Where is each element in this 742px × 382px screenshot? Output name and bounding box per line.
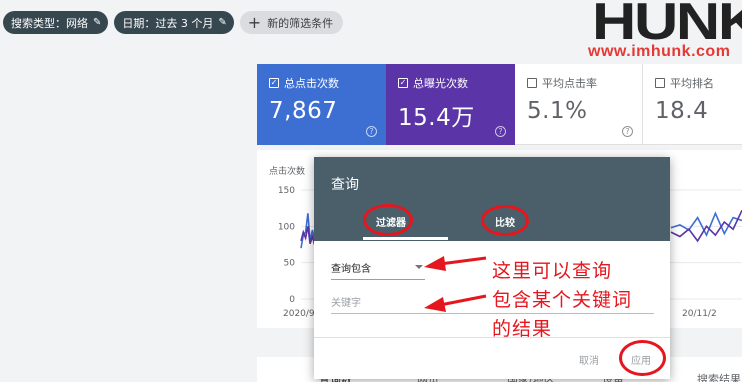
search-type-chip[interactable]: 搜索类型：网络 ✎: [3, 11, 109, 34]
dialog-header: 查询 过滤器 比较: [314, 157, 670, 241]
table-column-header: 搜索结果: [697, 372, 741, 382]
new-filter-button[interactable]: + 新的筛选条件: [239, 11, 344, 34]
y-tick-label: 0: [289, 295, 295, 305]
metric-value: 15.4万: [398, 105, 475, 131]
metric-card-clicks[interactable]: ✓ 总点击次数 7,867 ?: [257, 64, 386, 145]
active-tab-indicator: [363, 237, 448, 240]
new-filter-label: 新的筛选条件: [267, 16, 334, 30]
dialog-title: 查询: [331, 177, 359, 193]
help-icon[interactable]: ?: [495, 126, 506, 137]
match-type-select[interactable]: 查询包含: [331, 260, 425, 280]
edit-pencil-icon: ✎: [93, 17, 102, 28]
metric-label: 总曝光次数: [413, 77, 468, 90]
chart-y-label: 点击次数: [269, 165, 305, 177]
date-chip[interactable]: 日期：过去 3 个月 ✎: [114, 11, 234, 34]
y-tick-label: 100: [278, 222, 295, 232]
cancel-button[interactable]: 取消: [579, 352, 599, 367]
apply-button[interactable]: 应用: [631, 352, 651, 367]
metric-value: 7,867: [269, 98, 338, 124]
checkbox-unchecked-icon[interactable]: [527, 78, 537, 88]
match-type-value: 查询包含: [331, 264, 371, 275]
metric-card-row: ✓ 总点击次数 7,867 ? ✓ 总曝光次数 15.4万 ? 平均点击率 5.1%…: [257, 64, 742, 145]
annotation-line-1: 这里可以查询: [492, 260, 613, 282]
help-icon[interactable]: ?: [366, 126, 377, 137]
hunk-logo: HUNK www.imhunk.com: [588, 0, 742, 64]
plus-icon: +: [247, 12, 262, 32]
metric-label: 平均排名: [670, 77, 714, 90]
annotation-line-2: 包含某个关键词: [492, 289, 633, 311]
edit-pencil-icon: ✎: [218, 17, 227, 28]
metric-card-impressions[interactable]: ✓ 总曝光次数 15.4万 ?: [386, 64, 515, 145]
metric-label: 平均点击率: [542, 77, 597, 90]
help-icon[interactable]: ?: [622, 126, 633, 137]
checkbox-checked-icon[interactable]: ✓: [269, 78, 279, 88]
logo-url: www.imhunk.com: [588, 43, 731, 60]
annotation-note: 这里可以查询 包含某个关键词 的结果: [492, 257, 692, 344]
y-tick-label: 50: [284, 259, 296, 269]
y-tick-label: 150: [278, 186, 295, 196]
search-type-label: 搜索类型：网络: [11, 16, 88, 30]
metric-card-ctr[interactable]: 平均点击率 5.1% ?: [515, 64, 643, 145]
metric-card-position[interactable]: 平均排名 18.4: [643, 64, 742, 145]
metric-label: 总点击次数: [284, 77, 339, 90]
checkbox-unchecked-icon[interactable]: [655, 78, 665, 88]
metric-value: 5.1%: [527, 98, 588, 124]
filter-chip-bar: 搜索类型：网络 ✎ 日期：过去 3 个月 ✎ + 新的筛选条件: [3, 11, 344, 34]
annotation-line-3: 的结果: [492, 318, 553, 340]
checkbox-checked-icon[interactable]: ✓: [398, 78, 408, 88]
tab-compare[interactable]: 比较: [495, 214, 515, 229]
dropdown-caret-icon: [415, 265, 423, 269]
tab-filter[interactable]: 过滤器: [376, 214, 406, 229]
metric-value: 18.4: [655, 98, 709, 124]
series-line: [670, 211, 742, 238]
date-label: 日期：过去 3 个月: [122, 16, 214, 30]
